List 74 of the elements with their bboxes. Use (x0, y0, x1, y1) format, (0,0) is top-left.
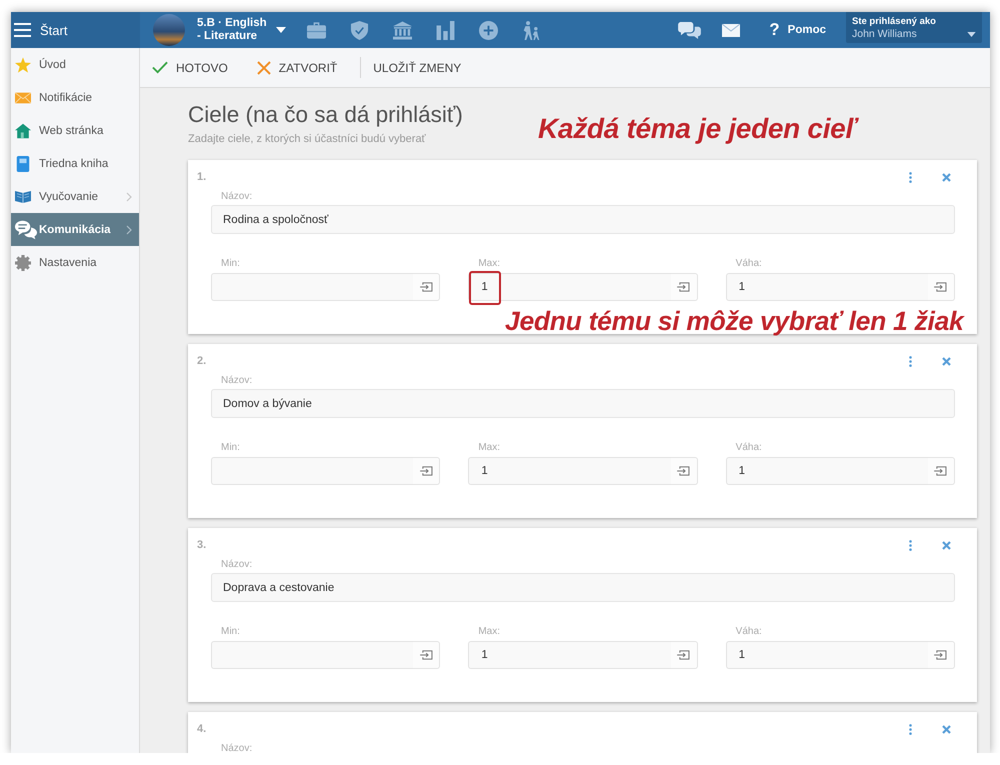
close-icon[interactable] (942, 540, 951, 550)
close-icon[interactable] (942, 172, 951, 182)
field-label: Váha: (734, 258, 763, 270)
field-label: Názov: (220, 559, 254, 571)
sidebar-item-label: Vyučovanie (39, 190, 100, 202)
annotation-text: Každá téma je jeden cieľ (538, 113, 856, 145)
name-field[interactable]: Domov a bývanie (211, 389, 955, 418)
chat-bubbles-icon[interactable] (678, 20, 702, 40)
sidebar-item[interactable]: Vyučovanie (11, 180, 139, 213)
mail-icon[interactable] (722, 24, 740, 36)
caret-icon (276, 27, 286, 33)
bar-chart-icon[interactable] (436, 20, 455, 40)
bank-icon[interactable] (393, 20, 412, 40)
more-icon[interactable] (909, 356, 912, 366)
class-selector[interactable]: 5.B · English - Literature (197, 17, 286, 43)
shield-check-icon[interactable] (350, 20, 369, 40)
field-label: Váha: (734, 442, 763, 454)
user-menu[interactable]: Ste prihlásený ako John Williams (846, 12, 982, 43)
more-icon[interactable] (909, 540, 912, 550)
save-button[interactable]: ULOŽIŤ ZMENY (373, 60, 462, 74)
field-label: Min: (220, 442, 241, 454)
plus-circle-icon[interactable] (479, 20, 498, 40)
caret-icon (967, 32, 976, 37)
goal-number: 1. (197, 171, 208, 183)
sidebar-item[interactable]: Notifikácie (11, 81, 139, 114)
walking-people-icon[interactable] (522, 20, 541, 40)
field-label: Názov: (220, 743, 254, 753)
name-field[interactable]: Rodina a spoločnosť (211, 205, 955, 234)
notebook-icon (15, 156, 31, 172)
annotation-text: Jednu tému si môže vybrať len 1 žiak (505, 305, 964, 337)
done-button[interactable]: HOTOVO (152, 60, 228, 74)
sidebar-item-label: Web stránka (39, 124, 104, 136)
sidebar-item-label: Triedna kniha (39, 158, 110, 170)
chat-bubbles-icon (15, 220, 37, 240)
field-label: Názov: (220, 375, 254, 387)
field-label: Min: (220, 258, 241, 270)
goal-number: 3. (197, 539, 208, 551)
sidebar-item[interactable]: Nastavenia (11, 246, 139, 279)
sidebar-item[interactable]: Úvod (11, 48, 139, 81)
house-icon (15, 122, 31, 138)
open-book-icon (15, 188, 31, 204)
field-label: Váha: (734, 626, 763, 638)
field-label: Názov: (220, 191, 254, 203)
field-label: Max: (477, 442, 501, 454)
goal-number: 2. (197, 355, 208, 367)
sidebar-item[interactable]: Triedna kniha (11, 147, 139, 180)
more-icon[interactable] (909, 172, 912, 182)
goal-number: 4. (197, 723, 208, 735)
close-icon[interactable] (942, 724, 951, 734)
sidebar-item-label: Komunikácia (39, 224, 112, 236)
close-button[interactable]: ZATVORIŤ (256, 60, 338, 74)
envelope-icon (15, 90, 31, 106)
page-title: Ciele (na čo sa dá prihlásiť) (188, 102, 464, 128)
photo-placeholder (153, 14, 185, 46)
sidebar-item-label: Nastavenia (39, 256, 98, 268)
start-menu-button[interactable]: Štart (11, 12, 140, 48)
page-subtitle: Zadajte ciele, z ktorých si účastníci budú vyberať (188, 132, 427, 146)
sidebar-item[interactable]: Komunikácia (11, 213, 139, 246)
help-button[interactable]: ? Pomoc (769, 20, 826, 40)
sidebar-item-label: Úvod (39, 58, 67, 70)
field-label: Max: (477, 258, 501, 270)
name-field[interactable]: Doprava a cestovanie (211, 573, 955, 602)
sidebar-item-label: Notifikácie (39, 92, 94, 104)
field-label: Min: (220, 626, 241, 638)
field-label: Max: (477, 626, 501, 638)
briefcase-icon[interactable] (307, 20, 326, 40)
gear-icon (15, 254, 31, 270)
close-icon[interactable] (942, 356, 951, 366)
close-icon (256, 60, 271, 74)
menu-icon (14, 23, 31, 37)
sidebar-item[interactable]: Web stránka (11, 114, 139, 147)
checkmark-icon (152, 61, 168, 74)
star-icon (15, 56, 31, 72)
more-icon[interactable] (909, 724, 912, 734)
